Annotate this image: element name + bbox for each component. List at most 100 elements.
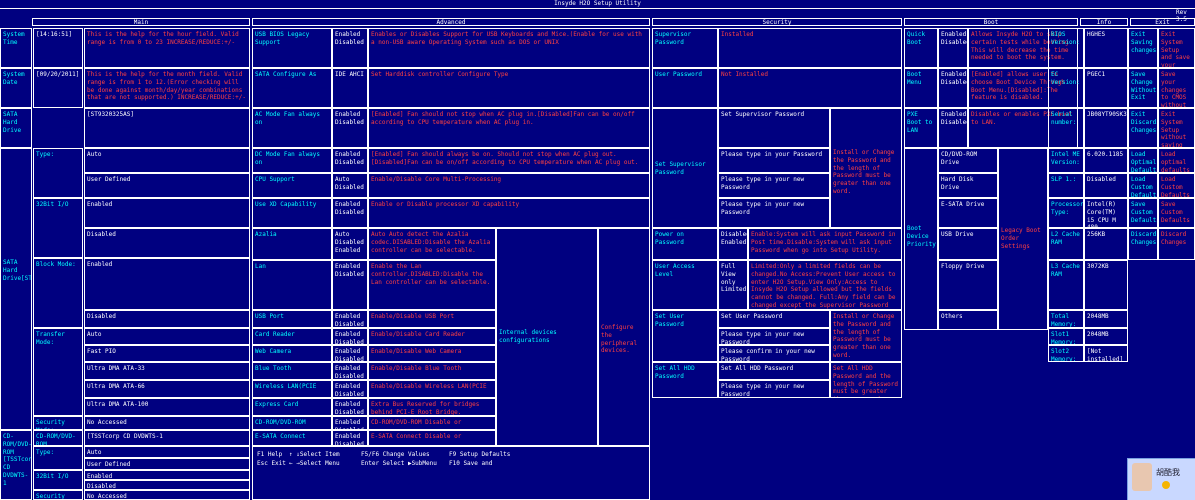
adv-values-15[interactable]: Enabled Disabled (332, 430, 368, 446)
exit-k-2[interactable]: Exit Discarding Changes (1128, 108, 1158, 148)
adv-help-8: Enable/Disable USB Port (368, 310, 496, 328)
main-value-cdrom[interactable]: [TSSTcorp CD DVDWTS-1 (84, 430, 250, 446)
adv-values-11[interactable]: Enabled Disabled (332, 362, 368, 380)
sec-set-user[interactable]: Set User Password (652, 310, 718, 362)
adv-label-5[interactable]: Use XD Capability (252, 198, 332, 228)
sec-power-on-vals[interactable]: Disabled Enabled (718, 228, 748, 260)
adv-values-0[interactable]: Enabled Disabled (332, 28, 368, 68)
main-32bit-enabled[interactable]: Enabled (84, 198, 250, 228)
exit-k-6[interactable]: Discard Changes (1128, 228, 1158, 260)
main-transfer-2[interactable]: Ultra DMA ATA-33 (84, 362, 250, 380)
adv-label-14[interactable]: CD-ROM/DVD-ROM (252, 416, 332, 430)
tab-main[interactable]: Main (32, 18, 250, 26)
boot-dev-0[interactable]: CD/DVD-ROM Drive (938, 148, 998, 173)
exit-k-4[interactable]: Load Custom Defaults (1128, 173, 1158, 198)
boot-pxe-vals[interactable]: Enabled Disabled (938, 108, 968, 148)
adv-label-2[interactable]: AC Mode Fan always on (252, 108, 332, 148)
sec-set-hdd[interactable]: Set All HDD Password (652, 362, 718, 398)
sec-user-access[interactable]: User Access Level (652, 260, 718, 310)
adv-values-13[interactable]: Enabled Disabled (332, 398, 368, 416)
sec-pw-confirm[interactable]: Please confirm in your new Password (718, 345, 830, 362)
main-label-time: System Time (0, 28, 32, 68)
adv-label-1[interactable]: SATA Configure As (252, 68, 332, 108)
tab-info[interactable]: Info (1080, 18, 1128, 26)
exit-k-3[interactable]: Load Optimal Defaults (1128, 148, 1158, 173)
adv-values-14[interactable]: Enabled Disabled (332, 416, 368, 430)
main-transfer-4[interactable]: Ultra DMA ATA-100 (84, 398, 250, 416)
adv-label-7[interactable]: Lan (252, 260, 332, 310)
boot-dev-1[interactable]: Hard Disk Drive (938, 173, 998, 198)
adv-label-4[interactable]: CPU Support (252, 173, 332, 198)
main-transfer-1[interactable]: Fast PIO (84, 345, 250, 362)
adv-values-2[interactable]: Enabled Disabled (332, 108, 368, 148)
adv-values-12[interactable]: Enabled Disabled (332, 380, 368, 398)
adv-label-13[interactable]: Express Card (252, 398, 332, 416)
boot-dev-4[interactable]: Floppy Drive (938, 260, 998, 310)
adv-label-10[interactable]: Web Camera (252, 345, 332, 362)
boot-dev-3[interactable]: USB Drive (938, 228, 998, 260)
sec-set-supervisor-label: Set Supervisor Password (718, 108, 830, 148)
tab-advanced[interactable]: Advanced (252, 18, 650, 26)
main-transfer-0[interactable]: Auto (84, 328, 250, 345)
tab-security[interactable]: Security (652, 18, 902, 26)
adv-internal-devices[interactable]: Internal devices configurations (496, 228, 598, 446)
tab-boot[interactable]: Boot (904, 18, 1078, 26)
main-transfer-3[interactable]: Ultra DMA ATA-66 (84, 380, 250, 398)
main-value-sata[interactable]: [ST9320325AS] (84, 108, 250, 148)
adv-label-12[interactable]: Wireless LAN(PCIE (252, 380, 332, 398)
boot-dev-5[interactable]: Others (938, 310, 998, 330)
sec-set-supervisor[interactable]: Set Supervisor Password (652, 108, 718, 228)
boot-quick[interactable]: Quick Boot (904, 28, 938, 68)
adv-help-13: Extra Bus Reserved for bridges behind PC… (368, 398, 496, 416)
adv-values-8[interactable]: Enabled Disabled (332, 310, 368, 328)
sec-user-access-vals[interactable]: Full View only Limited (718, 260, 748, 310)
boot-dev-2[interactable]: E-SATA Drive (938, 198, 998, 228)
adv-values-9[interactable]: Enabled Disabled (332, 328, 368, 345)
main-label-cdrom: CD-ROM/DVD-ROM (33, 430, 83, 446)
chat-widget[interactable]: 胡酷我 (1127, 458, 1195, 500)
tab-exit[interactable]: Exit (1130, 18, 1195, 26)
adv-label-11[interactable]: Blue Tooth (252, 362, 332, 380)
main-type2-auto[interactable]: Auto (84, 446, 250, 458)
main-32bit2-disabled[interactable]: Disabled (84, 480, 250, 490)
adv-values-3[interactable]: Enabled Disabled (332, 148, 368, 173)
adv-values-4[interactable]: Auto Disabled (332, 173, 368, 198)
sec-pw-new[interactable]: Please type in your new Password (718, 328, 830, 345)
footer-f10: F10 Save and (449, 460, 493, 467)
adv-peripheral-help: Configure the peripheral devices. (598, 228, 650, 446)
adv-values-1[interactable]: IDE AHCI (332, 68, 368, 108)
main-block-disabled[interactable]: Disabled (84, 310, 250, 328)
main-value-time[interactable]: [14:16:51] (33, 28, 83, 68)
sec-hdd-new[interactable]: Please type in your new Password (718, 380, 830, 398)
main-type2-user[interactable]: User Defined (84, 458, 250, 470)
boot-pxe[interactable]: PXE Boot to LAN (904, 108, 938, 148)
main-type-user[interactable]: User Defined (84, 173, 250, 198)
sec-type-pw[interactable]: Please type in your Password (718, 148, 830, 173)
adv-label-15[interactable]: E-SATA Connect (252, 430, 332, 446)
boot-menu[interactable]: Boot Menu (904, 68, 938, 108)
exit-k-1[interactable]: Save Change Without Exit (1128, 68, 1158, 108)
adv-label-9[interactable]: Card Reader (252, 328, 332, 345)
main-32bit2-enabled[interactable]: Enabled (84, 470, 250, 480)
main-value-date[interactable]: [09/20/2011] (33, 68, 83, 108)
adv-values-7[interactable]: Enabled Disabled (332, 260, 368, 310)
adv-label-0[interactable]: USB BIOS Legacy Support (252, 28, 332, 68)
sec-type-new-pw2[interactable]: Please type in your new Password (718, 198, 830, 228)
adv-label-8[interactable]: USB Port (252, 310, 332, 328)
adv-help-14: CD-ROM/DVD-ROM Disable or (368, 416, 496, 430)
adv-values-6[interactable]: Auto Disabled Enabled (332, 228, 368, 260)
sec-type-new-pw[interactable]: Please type in your new Password (718, 173, 830, 198)
adv-values-10[interactable]: Enabled Disabled (332, 345, 368, 362)
exit-k-0[interactable]: Exit Saving changes (1128, 28, 1158, 68)
main-type-auto[interactable]: Auto (84, 148, 250, 173)
sec-power-on[interactable]: Power on Password (652, 228, 718, 260)
boot-quick-vals[interactable]: Enabled Disabled (938, 28, 968, 68)
boot-priority[interactable]: Boot Device Priority (904, 148, 938, 330)
adv-values-5[interactable]: Enabled Disabled (332, 198, 368, 228)
main-block-enabled[interactable]: Enabled (84, 258, 250, 310)
exit-k-5[interactable]: Save Custom Defaults (1128, 198, 1158, 228)
adv-label-3[interactable]: DC Mode Fan always on (252, 148, 332, 173)
boot-menu-vals[interactable]: Enabled Disabled (938, 68, 968, 108)
main-32bit-disabled[interactable]: Disabled (84, 228, 250, 258)
adv-label-6[interactable]: Azalia (252, 228, 332, 260)
